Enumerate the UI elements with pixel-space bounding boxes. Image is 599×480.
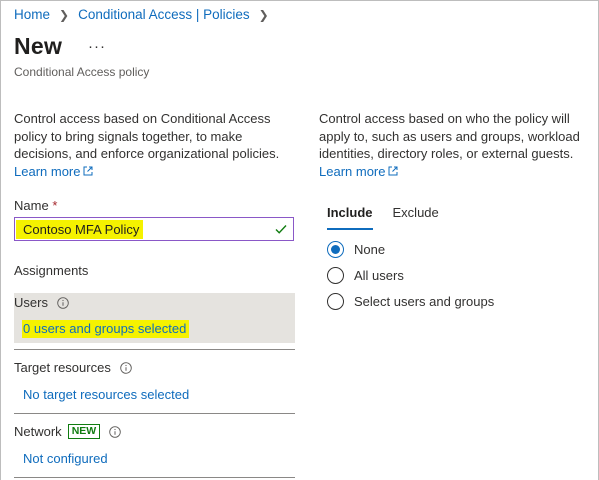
radio-label: None xyxy=(354,242,386,257)
info-icon[interactable] xyxy=(120,361,132,374)
target-resources-label-text: Target resources xyxy=(14,360,111,375)
divider xyxy=(14,349,295,350)
radio-option-all-users[interactable]: All users xyxy=(327,267,404,284)
chevron-right-icon: ❯ xyxy=(258,7,269,22)
target-resources-label: Target resources xyxy=(14,360,132,375)
name-label-text: Name xyxy=(14,198,49,213)
new-badge: NEW xyxy=(67,424,101,439)
divider xyxy=(14,413,295,414)
more-options-icon[interactable]: ··· xyxy=(88,38,106,55)
learn-more-label: Learn more xyxy=(319,163,386,179)
tab-exclude[interactable]: Exclude xyxy=(393,205,439,230)
assignments-heading: Assignments xyxy=(14,263,89,278)
users-description-text: Control access based on who the policy w… xyxy=(319,111,580,161)
external-link-icon xyxy=(83,166,93,176)
info-icon[interactable] xyxy=(57,296,69,309)
radio-label: Select users and groups xyxy=(354,294,495,309)
policy-name-input[interactable]: Contoso MFA Policy xyxy=(14,217,294,241)
network-label: Network NEW xyxy=(14,424,121,439)
info-icon[interactable] xyxy=(109,425,121,438)
learn-more-link-right[interactable]: Learn more xyxy=(319,163,398,181)
radio-unselected-icon[interactable] xyxy=(327,267,344,284)
page-title: New xyxy=(14,33,63,59)
target-resources-link[interactable]: No target resources selected xyxy=(23,387,189,402)
users-description: Control access based on who the policy w… xyxy=(319,110,589,180)
external-link-icon xyxy=(388,166,398,176)
learn-more-label: Learn more xyxy=(14,163,81,179)
users-label: Users xyxy=(14,295,69,310)
name-field-label: Name * xyxy=(14,198,57,213)
page-subtitle: Conditional Access policy xyxy=(14,65,150,79)
breadcrumb-policies-link[interactable]: Conditional Access | Policies xyxy=(78,7,250,22)
radio-option-select-users[interactable]: Select users and groups xyxy=(327,293,494,310)
radio-label: All users xyxy=(354,268,404,283)
policy-name-value: Contoso MFA Policy xyxy=(16,220,144,239)
users-label-text: Users xyxy=(14,295,48,310)
radio-option-none[interactable]: None xyxy=(327,241,385,258)
include-exclude-tabs: Include Exclude xyxy=(327,205,459,230)
network-label-text: Network xyxy=(14,424,62,439)
radio-selected-icon[interactable] xyxy=(327,241,344,258)
tab-include[interactable]: Include xyxy=(327,205,373,230)
breadcrumb-home-link[interactable]: Home xyxy=(14,7,50,22)
learn-more-link-left[interactable]: Learn more xyxy=(14,163,93,181)
divider xyxy=(14,477,295,478)
radio-unselected-icon[interactable] xyxy=(327,293,344,310)
breadcrumb: Home ❯ Conditional Access | Policies ❯ xyxy=(14,7,278,22)
policy-description-text: Control access based on Conditional Acce… xyxy=(14,111,280,161)
checkmark-icon xyxy=(275,225,287,234)
users-selection-link[interactable]: 0 users and groups selected xyxy=(22,320,190,338)
policy-description: Control access based on Conditional Acce… xyxy=(14,110,292,180)
required-indicator: * xyxy=(52,198,58,213)
network-link[interactable]: Not configured xyxy=(23,451,108,466)
chevron-right-icon: ❯ xyxy=(59,7,70,22)
